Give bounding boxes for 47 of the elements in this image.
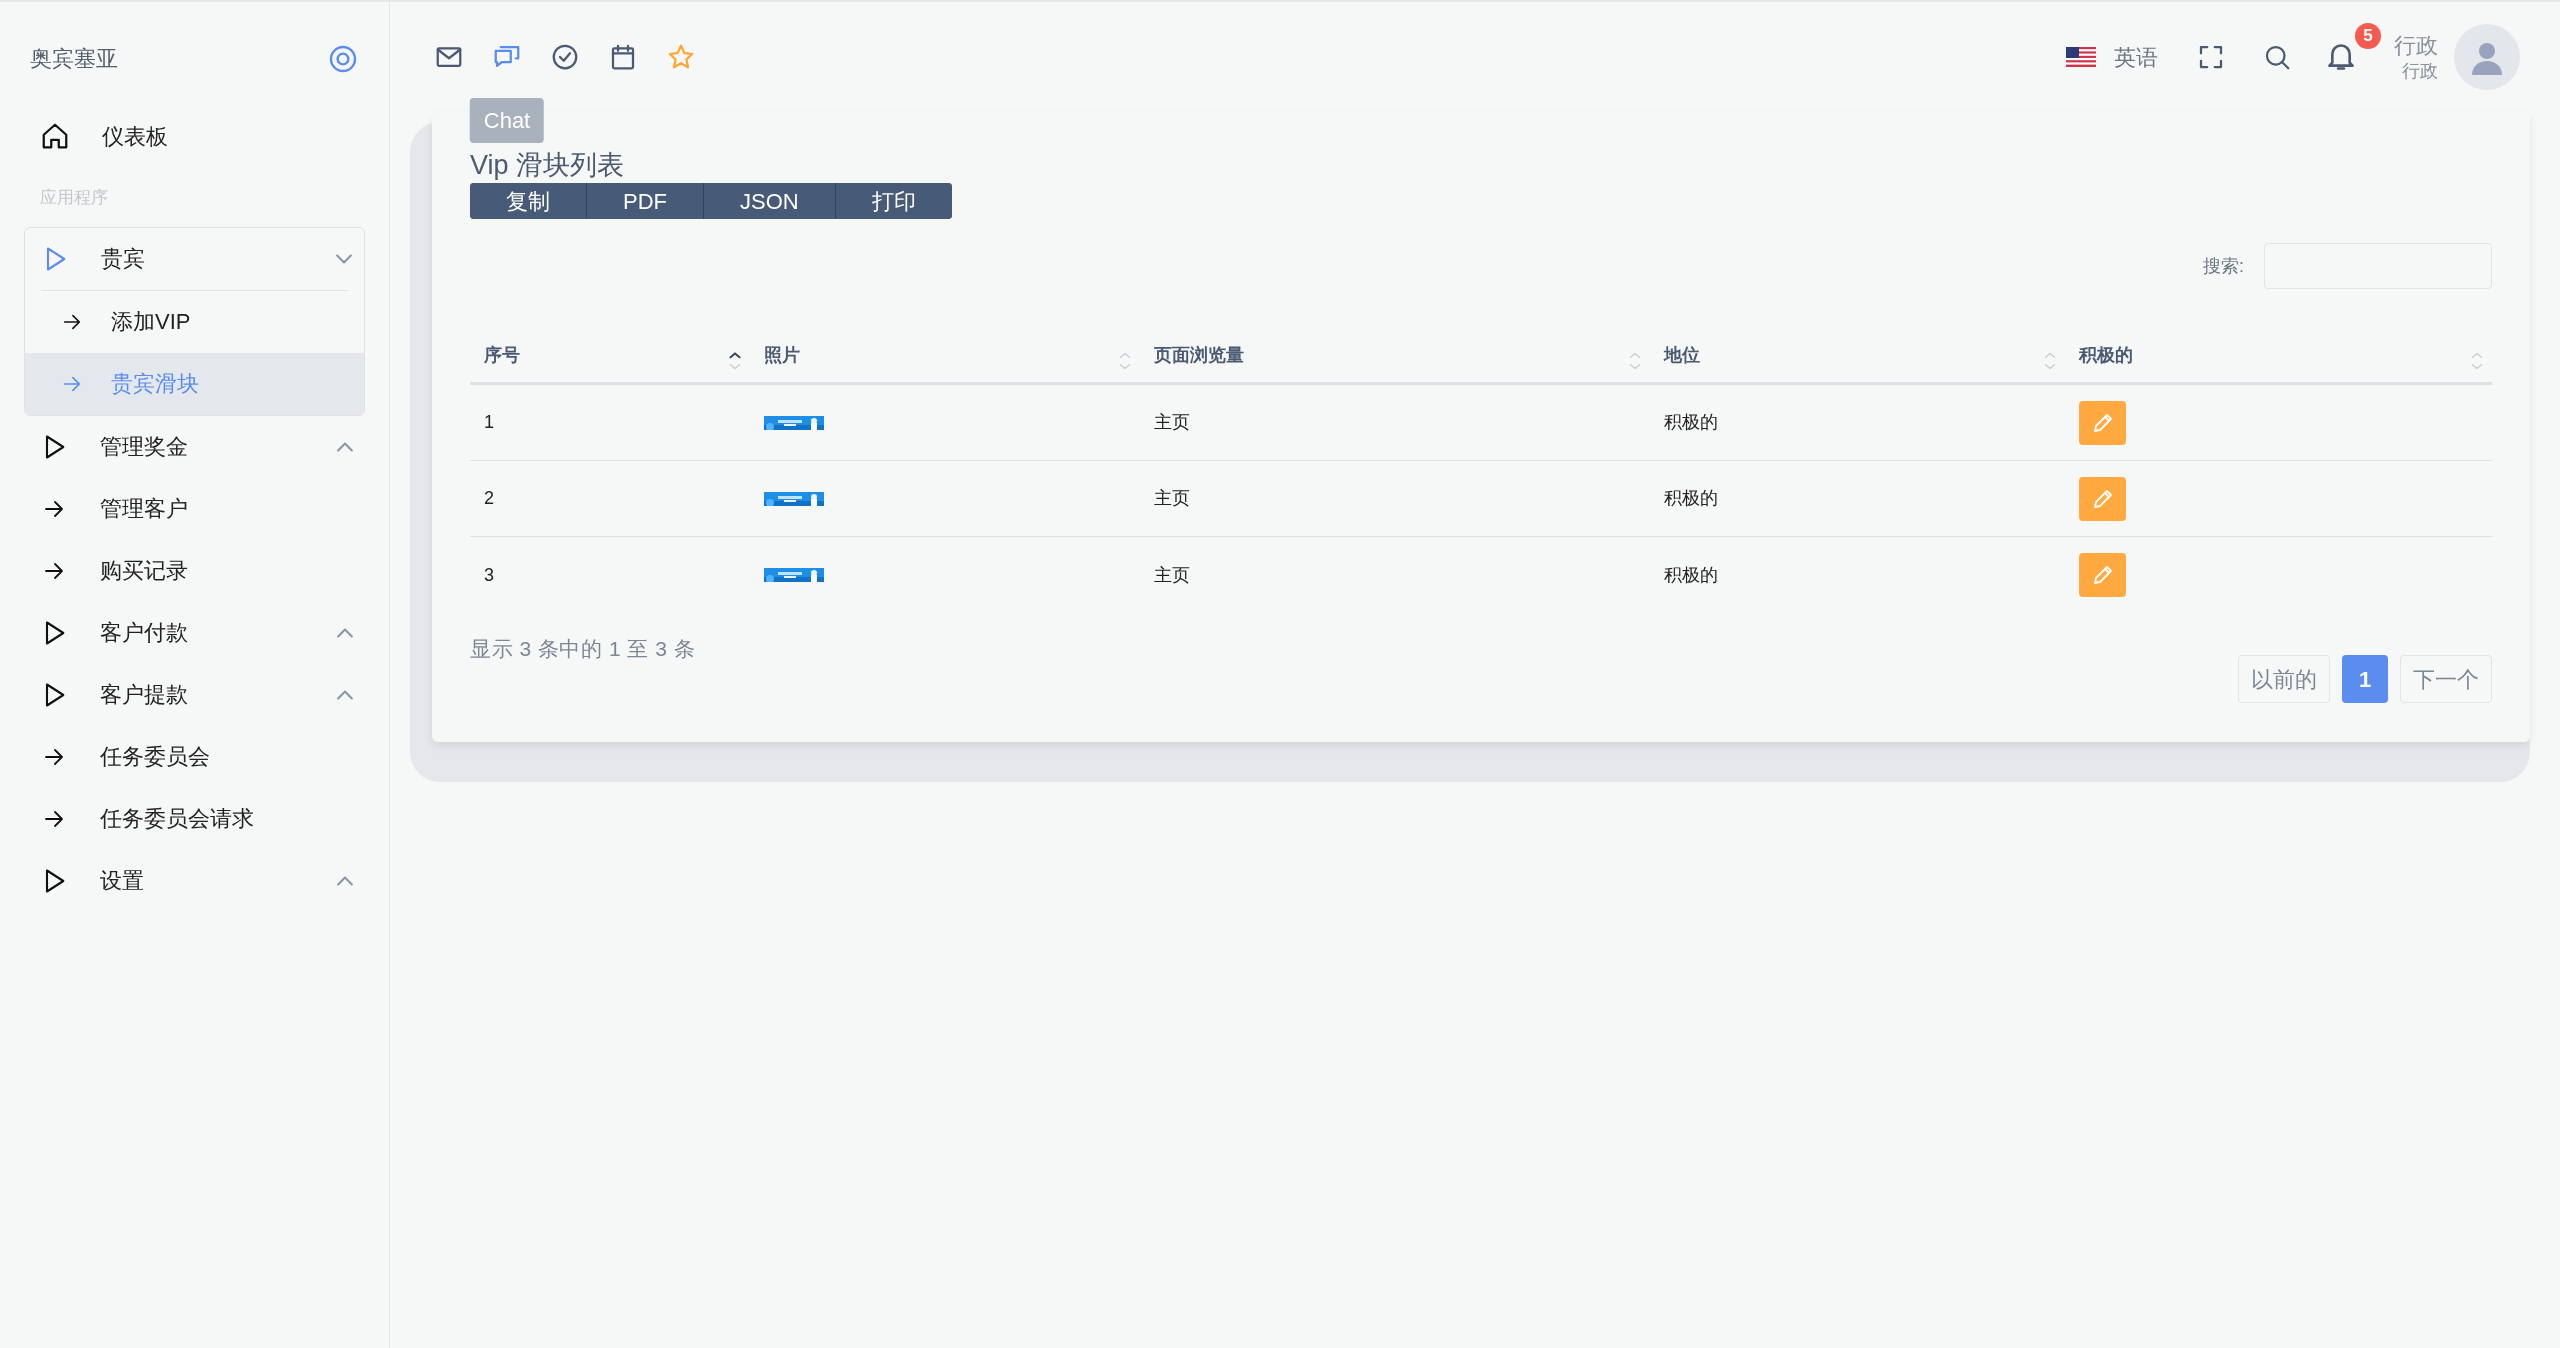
home-icon	[40, 121, 70, 151]
column-header[interactable]: 积极的	[2065, 329, 2492, 382]
table-cell-text: 主页	[1153, 487, 1191, 510]
table-cell-text: 积极的	[1663, 487, 1719, 510]
notification-badge: 5	[2355, 23, 2381, 49]
flag-icon	[2066, 47, 2096, 67]
sidebar-item[interactable]: 客户提款	[24, 663, 365, 726]
chevron-icon	[337, 875, 353, 886]
table-cell-text: 2	[483, 487, 495, 510]
table-cell-text: 积极的	[1663, 411, 1719, 434]
sidebar-item[interactable]: 任务委员会	[24, 725, 365, 788]
brand-name: 奥宾塞亚	[30, 45, 118, 73]
sidebar-item[interactable]: 仪表板	[24, 105, 365, 167]
search-label: 搜索:	[2203, 254, 2244, 278]
table-cell-text: 主页	[1153, 563, 1191, 587]
export-button[interactable]: 打印	[834, 183, 952, 219]
edit-button[interactable]	[2079, 400, 2126, 445]
check-icon[interactable]	[550, 42, 580, 72]
sidebar-item[interactable]: 贵宾	[25, 227, 364, 290]
table-cell-text: 主页	[1153, 411, 1191, 434]
language-selector[interactable]: 英语	[2066, 40, 2158, 74]
user-role: 行政	[2402, 59, 2438, 82]
sidebar-item[interactable]: 设置	[24, 849, 365, 912]
table-cell-text: 积极的	[1663, 563, 1719, 587]
column-header[interactable]: 照片	[750, 329, 1140, 382]
chevron-icon	[337, 689, 353, 700]
tooltip: Chat	[469, 98, 545, 143]
edit-button[interactable]	[2079, 553, 2126, 597]
submenu-item[interactable]: 添加VIP	[25, 290, 364, 353]
column-header[interactable]: 序号	[470, 329, 750, 382]
user-name: 行政	[2394, 32, 2438, 60]
sidebar-item[interactable]: 管理奖金	[24, 415, 365, 478]
sidebar-item[interactable]: 管理客户	[24, 477, 365, 540]
table-cell-text: 1	[483, 411, 495, 434]
sidebar-item[interactable]: 购买记录	[24, 539, 365, 602]
column-header[interactable]: 页面浏览量	[1140, 329, 1650, 382]
chevron-icon	[337, 627, 353, 638]
column-header[interactable]: 地位	[1650, 329, 2065, 382]
sidebar-item[interactable]: 客户付款	[24, 601, 365, 664]
bell-icon[interactable]	[2328, 43, 2354, 71]
edit-button[interactable]	[2079, 476, 2126, 521]
table-cell-text: 3	[483, 563, 495, 587]
chevron-icon	[337, 441, 353, 452]
sidebar-item[interactable]: 任务委员会请求	[24, 787, 365, 850]
chevron-icon	[336, 253, 352, 264]
card-title: Vip 滑块列表	[470, 152, 626, 179]
table-info: 显示 3 条中的 1 至 3 条	[470, 636, 696, 662]
